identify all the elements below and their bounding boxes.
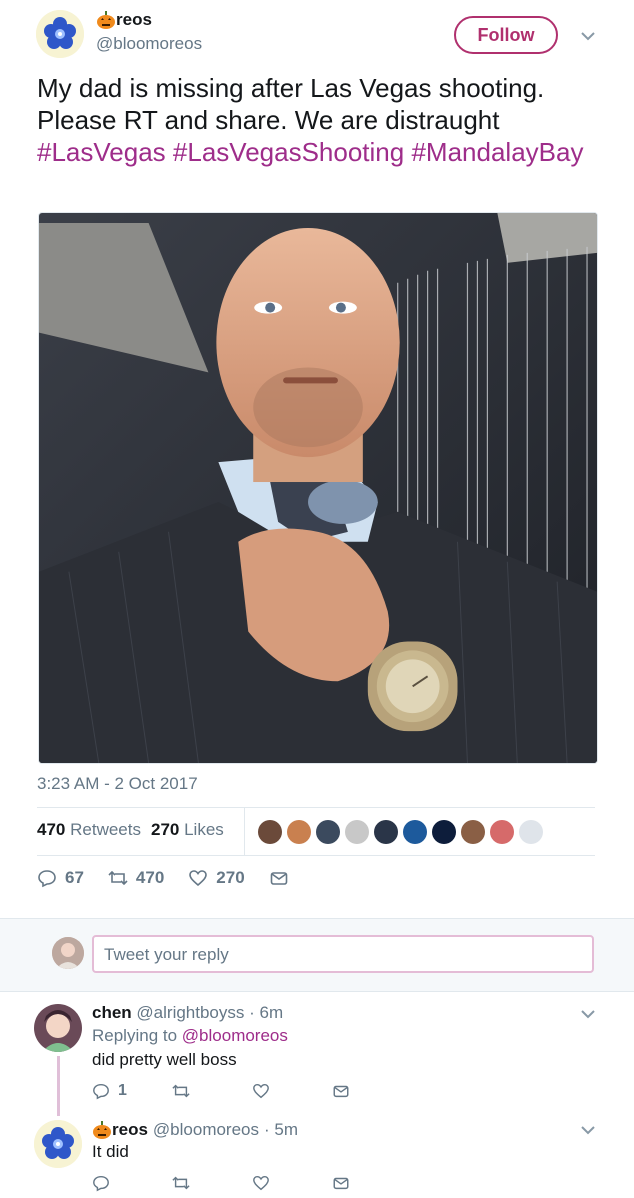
comment-actions: 1 [92, 1082, 412, 1100]
retweet-button[interactable] [172, 1082, 252, 1100]
comment-time[interactable]: · 5m [264, 1120, 298, 1140]
likes-label: Likes [184, 820, 224, 839]
message-button[interactable] [269, 868, 297, 888]
replying-label: Replying to [92, 1026, 178, 1045]
retweets-stat[interactable]: 470 Retweets [37, 820, 141, 840]
tweet-header: reos @bloomoreos Follow [0, 0, 634, 66]
reply-count: 67 [65, 868, 84, 887]
commenter-handle[interactable]: @alrightboyss [136, 1003, 244, 1022]
likes-count: 270 [150, 820, 180, 839]
author-avatar[interactable] [36, 10, 84, 58]
tweet-photo[interactable] [38, 212, 598, 764]
retweet-icon [108, 870, 128, 886]
message-button[interactable] [332, 1174, 412, 1192]
liker-avatar[interactable] [345, 820, 369, 844]
engagement-stats: 470 Retweets 270 Likes [37, 820, 224, 840]
commenter-avatar[interactable] [34, 1120, 82, 1168]
reply-icon [38, 870, 56, 888]
reply-icon [93, 1175, 109, 1192]
hashtag-link[interactable]: #MandalayBay [411, 137, 583, 167]
replying-to: Replying to @bloomoreos [92, 1026, 288, 1046]
comment-header: chen @alrightboyss · 6m [92, 1003, 283, 1023]
retweet-button[interactable] [172, 1174, 252, 1192]
tweet-text: My dad is missing after Las Vegas shooti… [37, 72, 607, 168]
comment-text: It did [92, 1142, 129, 1161]
author-name-text: reos [116, 10, 152, 29]
commenter-handle[interactable]: @bloomoreos [153, 1120, 259, 1140]
retweet-count: 470 [135, 868, 165, 887]
commenter-name[interactable]: reos [92, 1120, 148, 1140]
hashtag-link[interactable]: #LasVegas [37, 137, 166, 167]
envelope-icon [270, 872, 287, 885]
liker-avatar[interactable] [490, 820, 514, 844]
envelope-icon [333, 1177, 349, 1190]
author-name[interactable]: reos [96, 10, 152, 30]
liker-avatar[interactable] [287, 820, 311, 844]
liker-avatar[interactable] [316, 820, 340, 844]
like-button[interactable]: 270 [188, 868, 245, 888]
likes-stat[interactable]: 270 Likes [151, 820, 224, 840]
divider [244, 808, 245, 856]
replying-to-link[interactable]: @bloomoreos [182, 1026, 288, 1045]
reply-count: 1 [118, 1082, 127, 1099]
reply-button[interactable]: 67 [37, 868, 84, 888]
liker-avatar[interactable] [519, 820, 543, 844]
envelope-icon [333, 1085, 349, 1098]
tweet-actions: 67 470 270 [37, 868, 321, 888]
comment-time[interactable]: · 6m [249, 1003, 283, 1022]
author-handle[interactable]: @bloomoreos [96, 34, 202, 54]
hashtag-link[interactable]: #LasVegasShooting [173, 137, 404, 167]
like-button[interactable] [252, 1174, 332, 1192]
chevron-down-icon[interactable] [580, 1122, 596, 1138]
reply-button[interactable]: 1 [92, 1082, 172, 1100]
heart-icon [253, 1083, 269, 1099]
message-button[interactable] [332, 1082, 412, 1100]
tweet-timestamp[interactable]: 3:23 AM - 2 Oct 2017 [37, 774, 198, 794]
retweets-count: 470 [37, 820, 66, 839]
liker-avatar[interactable] [258, 820, 282, 844]
commenter-name-text: reos [112, 1120, 148, 1139]
reply-composer: Tweet your reply [0, 918, 634, 992]
liker-avatar[interactable] [403, 820, 427, 844]
thread-connector [57, 1056, 60, 1116]
comment-actions [92, 1174, 412, 1192]
heart-icon [253, 1175, 269, 1191]
liker-avatar[interactable] [461, 820, 485, 844]
liker-avatar[interactable] [374, 820, 398, 844]
liker-avatar[interactable] [432, 820, 456, 844]
chevron-down-icon[interactable] [580, 1006, 596, 1022]
comment-header: reos @bloomoreos · 5m [92, 1120, 298, 1140]
heart-icon [189, 870, 208, 887]
comment-text: did pretty well boss [92, 1050, 237, 1069]
tweet-body: My dad is missing after Las Vegas shooti… [37, 73, 545, 135]
commenter-avatar[interactable] [34, 1004, 82, 1052]
reply-icon [93, 1083, 109, 1100]
retweet-button[interactable]: 470 [108, 868, 164, 888]
follow-button[interactable]: Follow [454, 16, 558, 54]
retweet-icon [172, 1176, 190, 1190]
current-user-avatar[interactable] [52, 937, 84, 969]
divider [37, 807, 595, 808]
pumpkin-icon [92, 1120, 112, 1140]
pumpkin-icon [96, 10, 116, 30]
reply-button[interactable] [92, 1174, 172, 1192]
divider [37, 855, 595, 856]
like-count: 270 [216, 868, 245, 887]
reply-input[interactable]: Tweet your reply [92, 935, 594, 973]
chevron-down-icon[interactable] [580, 28, 596, 44]
retweets-label: Retweets [70, 820, 141, 839]
like-button[interactable] [252, 1082, 332, 1100]
liker-avatars [258, 820, 543, 844]
commenter-name[interactable]: chen [92, 1003, 132, 1022]
retweet-icon [172, 1084, 190, 1098]
